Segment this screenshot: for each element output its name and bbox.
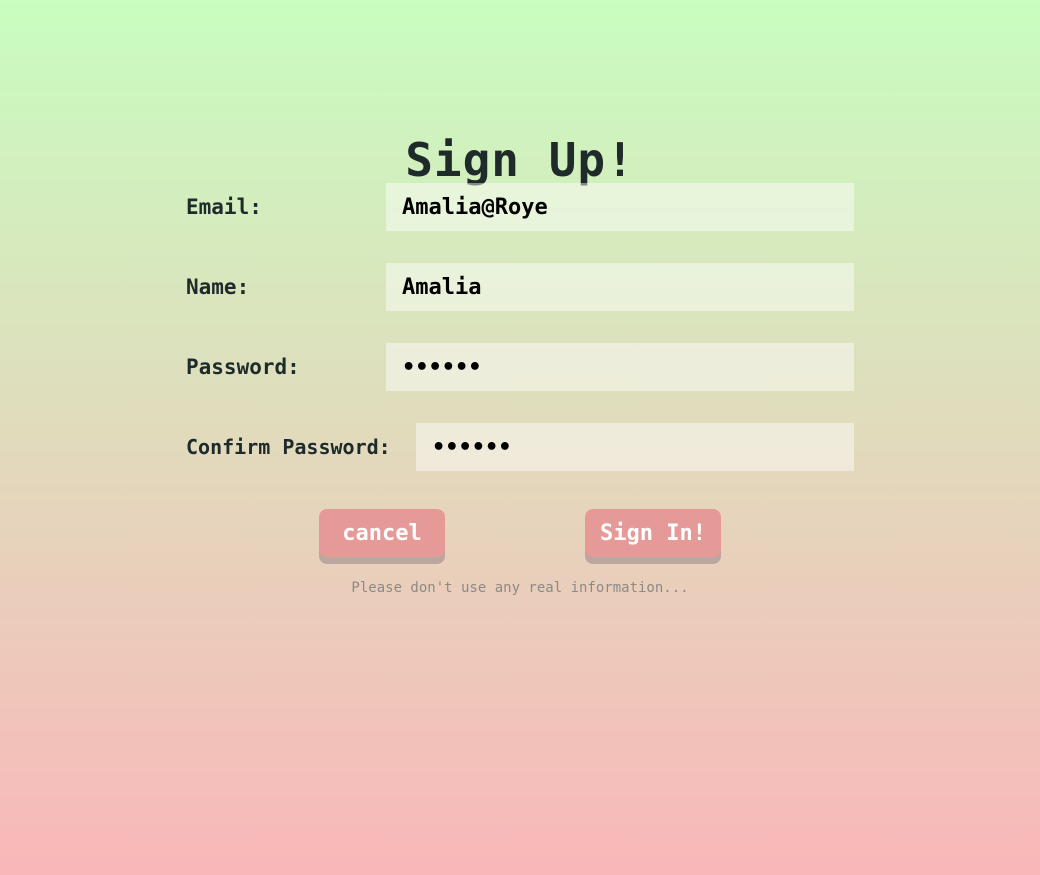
cancel-button[interactable]: cancel (319, 509, 445, 557)
email-row: Email: (186, 183, 854, 231)
name-field[interactable] (386, 263, 854, 311)
disclaimer-text: Please don't use any real information... (351, 580, 689, 596)
sign-in-button[interactable]: Sign In! (585, 509, 721, 557)
email-label: Email: (186, 195, 262, 219)
password-label: Password: (186, 355, 300, 379)
confirm-password-field[interactable] (416, 423, 854, 471)
confirm-password-row: Confirm Password: (186, 423, 854, 471)
name-label: Name: (186, 275, 250, 299)
name-row: Name: (186, 263, 854, 311)
page-title: Sign Up! (405, 132, 635, 187)
password-row: Password: (186, 343, 854, 391)
password-field[interactable] (386, 343, 854, 391)
email-field[interactable] (386, 183, 854, 231)
confirm-password-label: Confirm Password: (186, 435, 391, 459)
